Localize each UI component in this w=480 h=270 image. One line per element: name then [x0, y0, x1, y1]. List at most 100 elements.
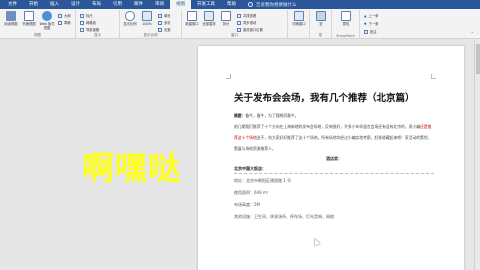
page-width-label: 页宽 — [164, 28, 171, 32]
sync-scroll-button[interactable]: 同步滚动 — [237, 20, 256, 25]
gridlines-checkbox[interactable]: 网格线 — [80, 20, 96, 25]
venue-name: 北京中国大饭店： — [234, 166, 266, 171]
margin-corner-tr — [431, 74, 436, 79]
navigation-pane-label: 导航窗格 — [86, 28, 100, 32]
tab-mailings[interactable]: 邮件 — [128, 0, 149, 9]
vertical-scrollbar[interactable] — [474, 40, 480, 270]
document-title: 关于发布会会场，我有几个推荐（北京篇） — [234, 93, 415, 104]
overlay-caption: 啊嘿哒 — [82, 149, 182, 187]
draft-icon — [58, 20, 62, 25]
ruler-checkbox[interactable]: 标尺 — [80, 13, 93, 18]
switch-windows-label: 切换窗口 — [292, 22, 306, 26]
macros-button[interactable]: 宏 — [313, 11, 329, 31]
side-by-side-icon — [237, 13, 241, 18]
read-mode-button[interactable]: 阅读视图 — [3, 11, 19, 31]
next-label: 下一条 — [368, 22, 379, 26]
document-page[interactable]: 关于发布会会场，我有几个推荐（北京篇） 摘要：备牛，备牛，为了理想而备牛。 前几… — [198, 46, 464, 270]
properties-label: 属性 — [342, 22, 350, 26]
properties-button[interactable]: 属性 — [338, 11, 354, 31]
ribbon: 阅读视图 页面视图 Web 版式视图 大纲 草稿 视图 标尺 网格线 导航窗格 … — [0, 9, 480, 39]
split-icon — [221, 11, 231, 21]
next-button[interactable]: ▼ 下一条 — [364, 21, 379, 27]
group-macros: 宏 宏 — [310, 10, 332, 38]
zoom-100-button[interactable]: 100% — [139, 11, 155, 31]
group-zoom: 显示比例 100% 单页 多页 页宽 显示比例 — [120, 10, 182, 38]
outline-icon — [58, 13, 62, 18]
navigation-pane-checkbox[interactable]: 导航窗格 — [80, 27, 99, 32]
print-layout-icon — [24, 11, 34, 21]
web-layout-label: Web 版式视图 — [39, 22, 55, 30]
zoom-button[interactable]: 显示比例 — [122, 11, 138, 31]
outline-button[interactable]: 大纲 — [58, 13, 71, 18]
tell-me-text: 告诉我你想要做什么 — [256, 2, 297, 8]
switch-windows-icon — [294, 11, 304, 21]
tab-home[interactable]: 开始 — [23, 0, 44, 9]
new-window-icon — [187, 11, 197, 21]
draft-button[interactable]: 草稿 — [58, 20, 71, 25]
tab-references[interactable]: 引用 — [107, 0, 128, 9]
tab-insert[interactable]: 插入 — [44, 0, 65, 9]
tab-file[interactable]: 文件 — [2, 0, 23, 9]
side-by-side-button[interactable]: 并排查看 — [237, 13, 256, 18]
zoom-100-icon — [142, 11, 152, 21]
tab-layout[interactable]: 布局 — [86, 0, 107, 9]
gridlines-label: 网格线 — [86, 21, 96, 25]
side-by-side-label: 并排查看 — [243, 14, 257, 18]
divider — [234, 173, 434, 174]
group-show: 标尺 网格线 导航窗格 显示 — [76, 10, 120, 38]
page-width-button[interactable]: 页宽 — [158, 27, 171, 32]
ruler-checkbox-box — [80, 13, 84, 18]
arrow-up-icon: ▲ — [364, 13, 367, 18]
read-mode-label: 阅读视图 — [4, 22, 18, 26]
group-sharepoint-label: SharePoint — [336, 34, 355, 38]
reset-window-icon — [237, 27, 241, 32]
new-window-button[interactable]: 新建窗口 — [184, 11, 200, 31]
one-page-button[interactable]: 单页 — [158, 13, 171, 18]
navigation-checkbox-box — [80, 27, 84, 32]
zoom-label: 显示比例 — [123, 22, 137, 26]
venue-height: 布场高度：5M — [234, 202, 260, 207]
venue-facilities: 其他设施：卫生间、休息场所、停车场、灯光音响、网络 — [234, 214, 334, 219]
section-heading-hotels: 酒店类： — [326, 156, 342, 161]
split-label: 拆分 — [222, 22, 230, 26]
reset-window-button[interactable]: 重设窗口位置 — [237, 27, 263, 32]
multiple-pages-button[interactable]: 多页 — [158, 20, 171, 25]
split-button[interactable]: 拆分 — [218, 11, 234, 31]
draft-label: 草稿 — [64, 21, 71, 25]
arrange-all-button[interactable]: 全部重排 — [201, 11, 217, 31]
tab-help[interactable]: 帮助 — [221, 0, 242, 9]
venue-address: 地址：北京市朝阳区建国路 1 号 — [234, 178, 292, 183]
tab-design[interactable]: 设计 — [65, 0, 86, 9]
switch-windows-button[interactable]: 切换窗口 — [291, 11, 307, 31]
summary-line: 摘要：备牛，备牛，为了理想而备牛。 — [234, 110, 434, 121]
tab-developer[interactable]: 开发工具 — [191, 0, 221, 9]
outline-label: 大纲 — [64, 14, 71, 18]
comment-icon — [364, 29, 368, 34]
read-mode-icon — [6, 11, 16, 21]
web-layout-button[interactable]: Web 版式视图 — [39, 11, 55, 31]
paragraph-1: 前几期我们推荐了十个方向在上海新地的发布会场地，反响很好，许多小伙伴留言会场还有… — [234, 121, 434, 154]
previous-button[interactable]: ▲ 上一条 — [364, 13, 379, 19]
group-zoom-label: 显示比例 — [143, 33, 158, 37]
document-body: 关于发布会会场，我有几个推荐（北京篇） 摘要：备牛，备牛，为了理想而备牛。 前几… — [234, 90, 434, 223]
summary-text: 备牛，备牛，为了理想而备牛。 — [245, 113, 299, 118]
tab-review[interactable]: 审阅 — [149, 0, 170, 9]
arrange-all-icon — [204, 11, 214, 21]
scrollbar-thumb[interactable] — [476, 44, 480, 74]
ruler-label: 标尺 — [86, 14, 93, 18]
summary-label: 摘要： — [234, 113, 246, 118]
new-window-label: 新建窗口 — [185, 22, 199, 26]
print-layout-button[interactable]: 页面视图 — [21, 11, 37, 31]
collapse-ribbon-icon[interactable]: ⌃ — [471, 31, 474, 36]
paragraph-1-part-c: 这不，给大家好好推荐了这十个场地，所有场地均经过小编实地考察，赶紧收藏起来吧！ — [256, 135, 405, 140]
comments-button[interactable]: 批注 — [364, 29, 377, 34]
previous-label: 上一条 — [368, 14, 379, 18]
group-show-label: 显示 — [94, 33, 101, 37]
group-window-label: 窗口 — [231, 33, 238, 37]
tab-view[interactable]: 视图 — [170, 0, 191, 9]
group-sharepoint: 属性 SharePoint — [332, 10, 360, 38]
tell-me-box[interactable]: 告诉我你想要做什么 — [248, 2, 297, 8]
macros-label: 宏 — [319, 22, 323, 26]
arrange-all-label: 全部重排 — [202, 22, 216, 26]
lightbulb-icon — [248, 2, 253, 7]
